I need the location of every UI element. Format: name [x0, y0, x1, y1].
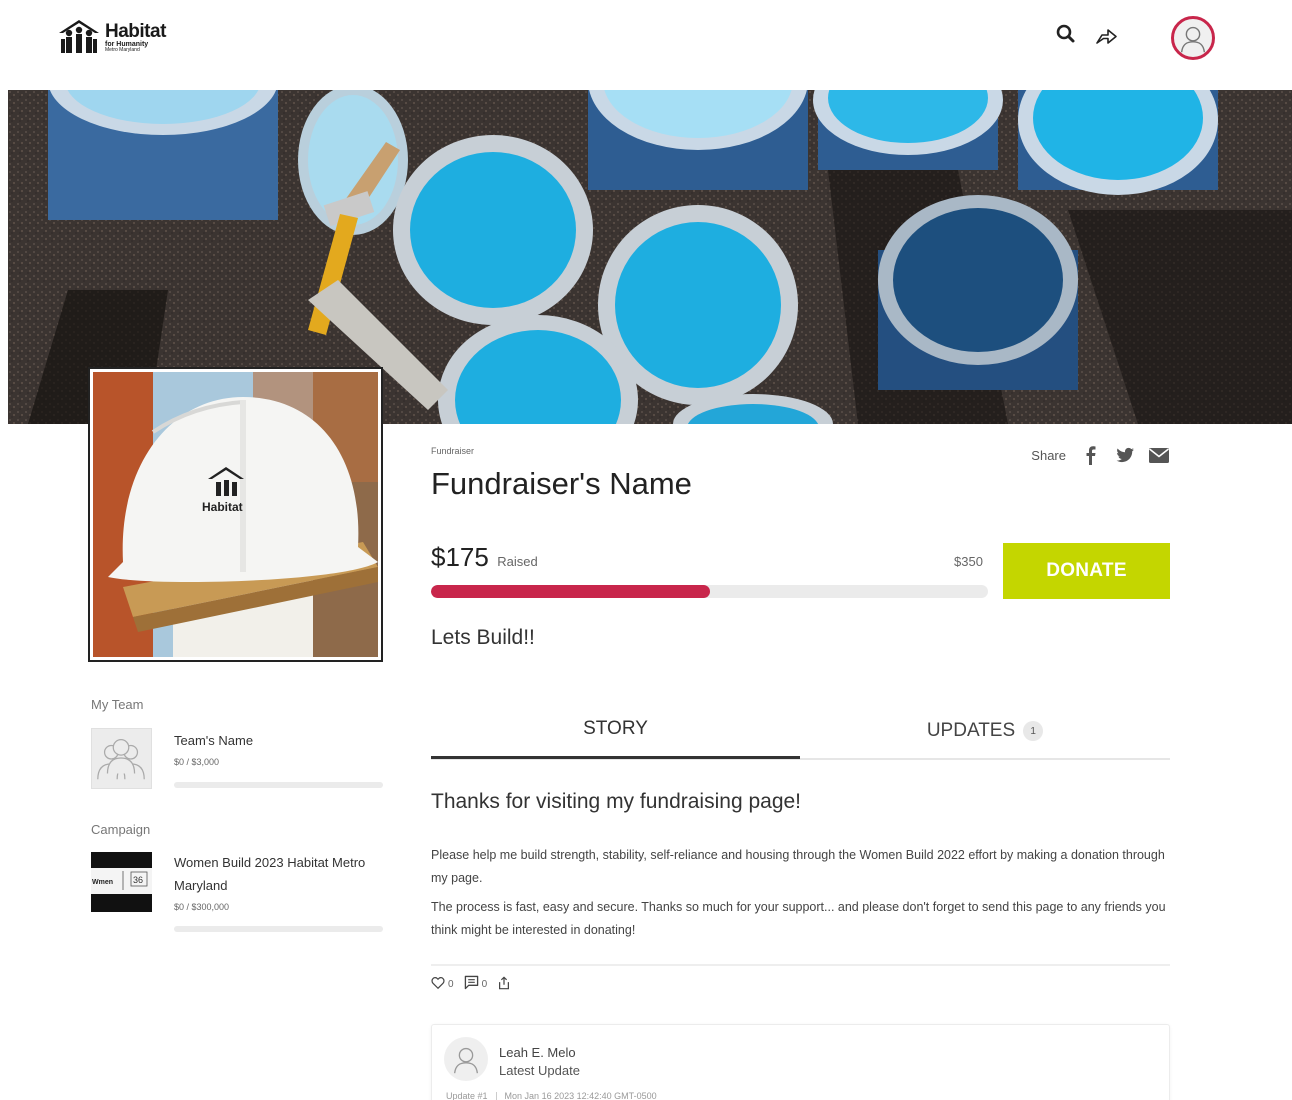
- team-amount: $0 / $3,000: [174, 757, 220, 767]
- fundraiser-name: Fundraiser's Name: [431, 466, 692, 501]
- logo-title: Habitat: [105, 20, 166, 42]
- team-name-link[interactable]: Team's Name: [174, 729, 384, 752]
- progress-fill: [431, 585, 710, 598]
- facebook-icon[interactable]: [1080, 444, 1102, 466]
- tab-updates-label: UPDATES: [926, 720, 1016, 741]
- my-team-label: My Team: [91, 697, 144, 712]
- fundraiser-tagline: Lets Build!!: [431, 626, 535, 649]
- update-timestamp: Mon Jan 16 2023 12:42:40 GMT-0500: [504, 1091, 657, 1100]
- update-meta: Update #1 Mon Jan 16 2023 12:42:40 GMT-05…: [446, 1091, 657, 1100]
- story-actions: 0 0: [431, 975, 511, 990]
- team-avatar[interactable]: [91, 728, 152, 789]
- campaign-amount: $0 / $300,000: [174, 902, 230, 912]
- share-bar: Share: [1031, 444, 1170, 466]
- habitat-house-people-icon: [59, 20, 99, 53]
- story-title: Thanks for visiting my fundraising page!: [431, 790, 802, 813]
- campaign-thumbnail[interactable]: Wmen 36: [91, 852, 152, 912]
- logo-affiliate: Metro Maryland: [105, 46, 140, 53]
- share-label: Share: [1031, 447, 1066, 463]
- habitat-logo[interactable]: Habitat for Humanity Metro Maryland: [55, 12, 177, 62]
- comment-button[interactable]: 0: [464, 975, 488, 990]
- story-paragraph: The process is fast, easy and secure. Th…: [431, 900, 1166, 937]
- email-icon[interactable]: [1148, 444, 1170, 466]
- donate-button[interactable]: DONATE: [1003, 543, 1170, 599]
- update-author-name: Leah E. Melo: [499, 1045, 576, 1060]
- twitter-icon[interactable]: [1114, 444, 1136, 466]
- share-arrow-icon[interactable]: [1094, 24, 1120, 48]
- divider: [431, 964, 1170, 966]
- group-icon: [97, 739, 145, 780]
- heart-icon: [431, 976, 445, 989]
- share-story-button[interactable]: [497, 975, 511, 990]
- raised-amount: $175: [431, 542, 489, 572]
- user-silhouette-icon: [1180, 26, 1206, 53]
- fundraising-progress-bar: [431, 585, 988, 598]
- comment-icon: [464, 975, 478, 990]
- update-subtitle: Latest Update: [499, 1063, 580, 1078]
- page-kicker: Fundraiser: [431, 446, 475, 456]
- story-paragraph: Please help me build strength, stability…: [431, 848, 1165, 885]
- raised-summary: $175 Raised: [431, 542, 538, 573]
- update-number: Update #1: [446, 1091, 488, 1100]
- campaign-name-link[interactable]: Women Build 2023 Habitat Metro Maryland: [174, 851, 384, 897]
- user-silhouette-icon: [453, 1047, 479, 1074]
- raised-label: Raised: [497, 554, 538, 569]
- like-button[interactable]: 0: [431, 976, 454, 990]
- team-progress-bar: [174, 782, 383, 788]
- svg-text:Wmen: Wmen: [92, 879, 113, 886]
- content-tabs: STORY UPDATES 1: [431, 702, 1170, 760]
- share-box-icon: [499, 975, 510, 989]
- update-author-avatar: [444, 1037, 488, 1081]
- updates-count-badge: 1: [1023, 721, 1044, 741]
- tab-story-label: STORY: [583, 718, 648, 739]
- comment-count: 0: [481, 979, 488, 990]
- campaign-label: Campaign: [91, 822, 151, 837]
- svg-text:Habitat: Habitat: [202, 500, 243, 514]
- fundraiser-profile-photo: Habitat: [90, 369, 381, 660]
- search-icon[interactable]: [1054, 22, 1078, 46]
- tab-updates[interactable]: UPDATES 1: [800, 702, 1170, 760]
- tab-story[interactable]: STORY: [431, 702, 800, 759]
- like-count: 0: [448, 978, 454, 990]
- svg-text:36: 36: [133, 875, 143, 885]
- latest-update-card[interactable]: Leah E. Melo Latest Update Update #1 Mon …: [431, 1024, 1170, 1100]
- user-avatar[interactable]: [1171, 16, 1215, 60]
- campaign-progress-bar: [174, 926, 383, 932]
- goal-amount: $350: [954, 554, 983, 569]
- site-header: Habitat for Humanity Metro Maryland: [0, 0, 1292, 90]
